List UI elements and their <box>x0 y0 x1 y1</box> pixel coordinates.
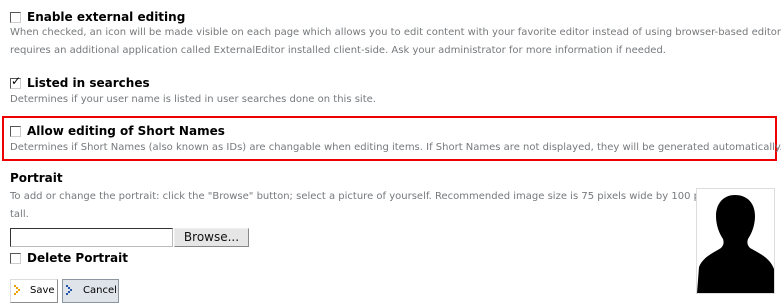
user-silhouette-icon <box>697 195 774 293</box>
external-editing-help-line1: When checked, an icon will be made visib… <box>10 27 781 38</box>
save-button[interactable]: Save <box>10 279 58 303</box>
delete-portrait-checkbox[interactable] <box>10 253 21 264</box>
external-editing-checkbox[interactable] <box>10 12 21 23</box>
checkmark-icon: ✓ <box>11 74 22 88</box>
delete-portrait-label: Delete Portrait <box>27 251 128 265</box>
listed-in-searches-label: Listed in searches <box>27 76 150 90</box>
short-names-checkbox[interactable] <box>10 126 21 137</box>
short-names-help: Determines if Short Names (also known as… <box>10 142 781 153</box>
external-editing-help-line2: requires an additional application calle… <box>10 45 666 56</box>
short-names-label: Allow editing of Short Names <box>27 124 225 138</box>
cancel-button[interactable]: Cancel <box>62 279 119 303</box>
save-icon <box>14 285 20 295</box>
save-button-label: Save <box>30 285 55 296</box>
portrait-help-line2: tall. <box>10 209 29 220</box>
listed-in-searches-help: Determines if your user name is listed i… <box>10 94 376 105</box>
listed-in-searches-checkbox[interactable]: ✓ <box>10 74 22 89</box>
portrait-image <box>696 188 775 294</box>
portrait-title: Portrait <box>10 171 63 185</box>
browse-button[interactable]: Browse... <box>174 228 249 247</box>
portrait-file-input[interactable] <box>10 228 173 247</box>
cancel-icon <box>66 285 72 295</box>
portrait-help-line1: To add or change the portrait: click the… <box>10 191 723 202</box>
external-editing-label: Enable external editing <box>27 10 186 24</box>
cancel-button-label: Cancel <box>83 285 117 296</box>
